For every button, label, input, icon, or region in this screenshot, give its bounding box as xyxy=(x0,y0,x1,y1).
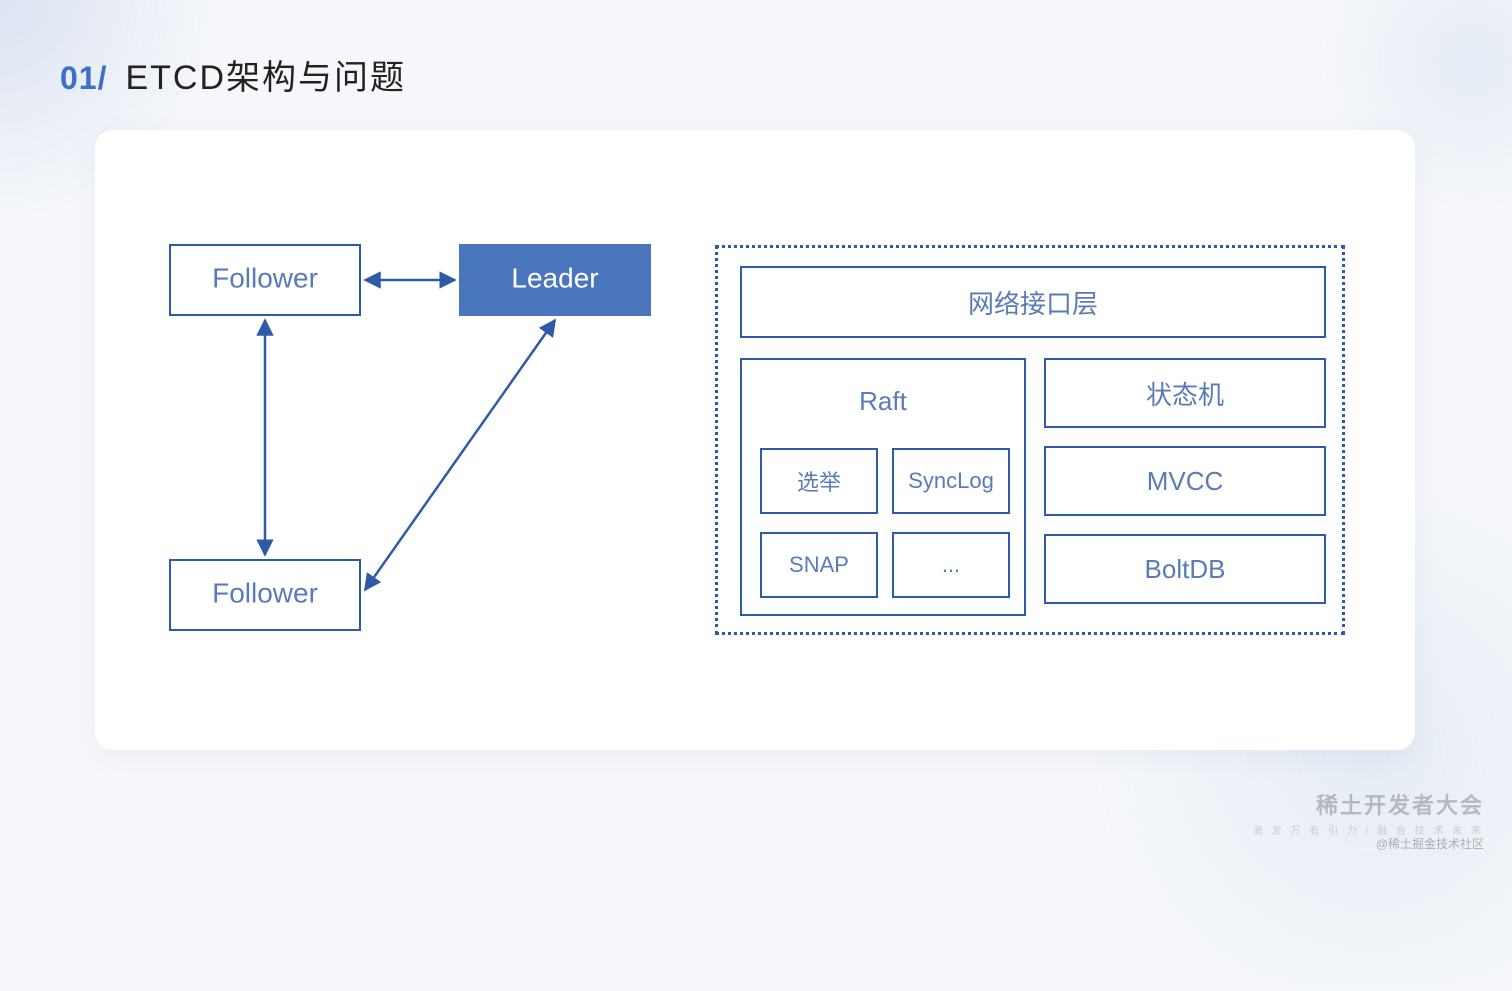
raft-cell-label: 选举 xyxy=(797,465,841,497)
raft-cell-label: SyncLog xyxy=(908,468,994,494)
arrow-leader-follower2 xyxy=(365,320,555,590)
slide-header: 01/ ETCD架构与问题 xyxy=(60,50,406,99)
follower-label: Follower xyxy=(212,577,318,608)
state-machine-label: 状态机 xyxy=(1146,375,1224,412)
section-number: 01/ xyxy=(60,60,107,97)
boltdb-label: BoltDB xyxy=(1145,554,1226,585)
network-layer-label: 网络接口层 xyxy=(968,284,1098,321)
footer-brand: 稀土开发者大会 激 发 万 有 引 力 / 融 合 技 术 未 来 xyxy=(1253,788,1484,837)
content-panel: Follower Leader Follower 网络接口层 Raft 选举 S… xyxy=(95,130,1415,750)
state-machine-box: 状态机 xyxy=(1044,358,1326,428)
footer-credit: @稀土掘金技术社区 xyxy=(1376,835,1484,852)
raft-cell: ... xyxy=(892,532,1010,598)
raft-cell-label: SNAP xyxy=(789,552,849,578)
follower-label: Follower xyxy=(212,262,318,293)
raft-cell: SNAP xyxy=(760,532,878,598)
raft-box: Raft 选举 SyncLog SNAP ... xyxy=(740,358,1026,616)
raft-title: Raft xyxy=(742,386,1024,417)
network-layer-box: 网络接口层 xyxy=(740,266,1326,338)
footer-brand-line1: 稀土开发者大会 xyxy=(1253,788,1484,820)
mvcc-box: MVCC xyxy=(1044,446,1326,516)
raft-cell-label: ... xyxy=(942,552,960,578)
raft-cell: SyncLog xyxy=(892,448,1010,514)
boltdb-box: BoltDB xyxy=(1044,534,1326,604)
section-title: ETCD架构与问题 xyxy=(125,50,406,99)
mvcc-label: MVCC xyxy=(1147,466,1224,497)
raft-cell: 选举 xyxy=(760,448,878,514)
etcd-internals-container: 网络接口层 Raft 选举 SyncLog SNAP ... 状态机 MVCC xyxy=(715,245,1345,635)
leader-label: Leader xyxy=(511,262,598,293)
